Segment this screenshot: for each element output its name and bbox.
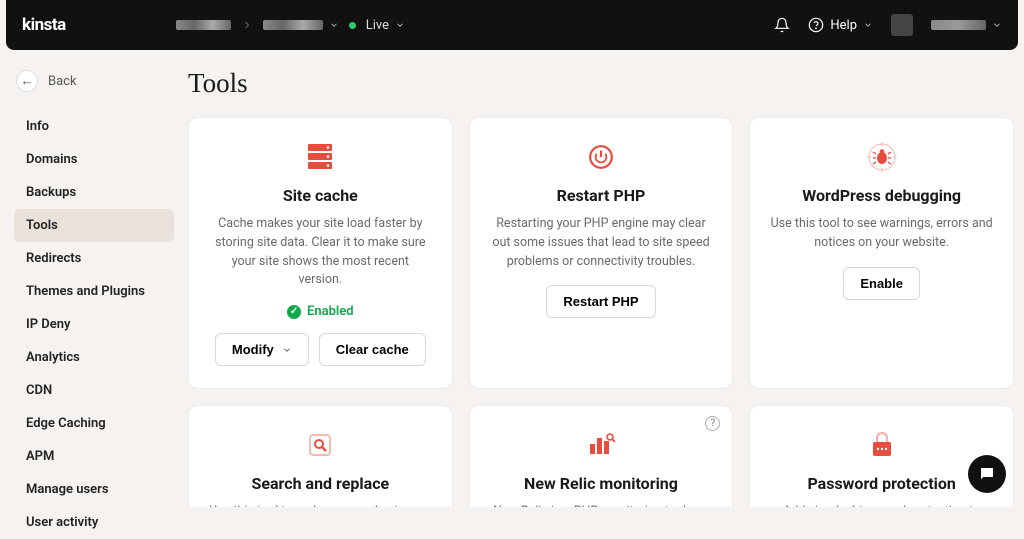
card-restart-php: Restart PHP Restarting your PHP engine m…: [469, 117, 734, 389]
card-title: Site cache: [283, 186, 358, 205]
breadcrumb-site[interactable]: [263, 20, 339, 30]
card-wp-debug: WordPress debugging Use this tool to see…: [749, 117, 1014, 389]
bell-icon[interactable]: [774, 17, 790, 33]
card-title: New Relic monitoring: [524, 474, 678, 493]
search-db-icon: [306, 428, 334, 462]
card-description: Use this tool to see warnings, errors an…: [770, 215, 993, 253]
server-icon: [304, 140, 336, 174]
help-label: Help: [830, 18, 857, 33]
check-icon: ✓: [287, 305, 301, 319]
main-content: Tools Site cache Cache makes your site l…: [184, 50, 1024, 507]
card-description: Cache makes your site load faster by sto…: [209, 215, 432, 290]
sidebar-item-apm[interactable]: APM: [14, 440, 174, 473]
sidebar-item-redirects[interactable]: Redirects: [14, 242, 174, 275]
card-description: Use this tool to replace any value in yo…: [209, 503, 432, 507]
breadcrumb-separator: [241, 19, 253, 31]
help-menu[interactable]: Help: [808, 17, 873, 33]
card-title: WordPress debugging: [802, 186, 961, 205]
environment-selector[interactable]: Live: [366, 18, 405, 33]
status-enabled: ✓ Enabled: [287, 304, 354, 319]
sidebar-item-tools[interactable]: Tools: [14, 209, 174, 242]
sidebar-item-ip-deny[interactable]: IP Deny: [14, 308, 174, 341]
back-label: Back: [48, 74, 77, 89]
card-description: New Relic is a PHP monitoring tool you c…: [490, 503, 713, 507]
breadcrumb: Live: [176, 18, 775, 33]
logo: kinsta: [22, 15, 66, 35]
status-dot-icon: [349, 22, 356, 29]
environment-label: Live: [366, 18, 389, 33]
breadcrumb-company[interactable]: [176, 20, 231, 30]
bug-icon: [867, 140, 897, 174]
card-search-replace: Search and replace Use this tool to repl…: [188, 405, 453, 507]
sidebar-item-analytics[interactable]: Analytics: [14, 341, 174, 374]
chat-widget[interactable]: [968, 455, 1006, 493]
sidebar-item-manage-users[interactable]: Manage users: [14, 473, 174, 506]
top-right: Help: [774, 14, 1002, 36]
enable-label: Enable: [860, 276, 903, 291]
sidebar-item-user-activity[interactable]: User activity: [14, 506, 174, 539]
card-description: Restarting your PHP engine may clear out…: [490, 215, 713, 271]
sidebar-item-edge-caching[interactable]: Edge Caching: [14, 407, 174, 440]
sidebar: ← Back InfoDomainsBackupsToolsRedirectsT…: [0, 50, 184, 507]
sidebar-item-info[interactable]: Info: [14, 110, 174, 143]
power-icon: [588, 140, 614, 174]
sidebar-item-backups[interactable]: Backups: [14, 176, 174, 209]
card-title: Restart PHP: [557, 186, 646, 205]
enable-debug-button[interactable]: Enable: [843, 267, 920, 300]
avatar[interactable]: [891, 14, 913, 36]
clear-cache-label: Clear cache: [336, 342, 409, 357]
modify-button[interactable]: Modify: [215, 333, 309, 366]
modify-label: Modify: [232, 342, 274, 357]
chart-icon: [586, 428, 616, 462]
lock-icon: [868, 428, 896, 462]
status-label: Enabled: [307, 304, 354, 319]
card-title: Search and replace: [251, 474, 389, 493]
sidebar-item-cdn[interactable]: CDN: [14, 374, 174, 407]
card-title: Password protection: [807, 474, 955, 493]
info-icon[interactable]: ?: [705, 416, 720, 431]
card-description: Add simple .htpasswd protection to your …: [770, 503, 993, 507]
back-arrow-icon: ←: [16, 70, 38, 92]
sidebar-item-themes-and-plugins[interactable]: Themes and Plugins: [14, 275, 174, 308]
back-button[interactable]: ← Back: [14, 70, 184, 92]
card-password-protection: Password protection Add simple .htpasswd…: [749, 405, 1014, 507]
restart-php-label: Restart PHP: [563, 294, 638, 309]
page-title: Tools: [184, 68, 1014, 99]
clear-cache-button[interactable]: Clear cache: [319, 333, 426, 366]
card-new-relic: ? New Relic monitoring New Relic is a PH…: [469, 405, 734, 507]
sidebar-item-domains[interactable]: Domains: [14, 143, 174, 176]
top-bar: kinsta Live Help: [6, 0, 1018, 50]
account-menu[interactable]: [931, 20, 1002, 30]
card-site-cache: Site cache Cache makes your site load fa…: [188, 117, 453, 389]
restart-php-button[interactable]: Restart PHP: [546, 285, 655, 318]
